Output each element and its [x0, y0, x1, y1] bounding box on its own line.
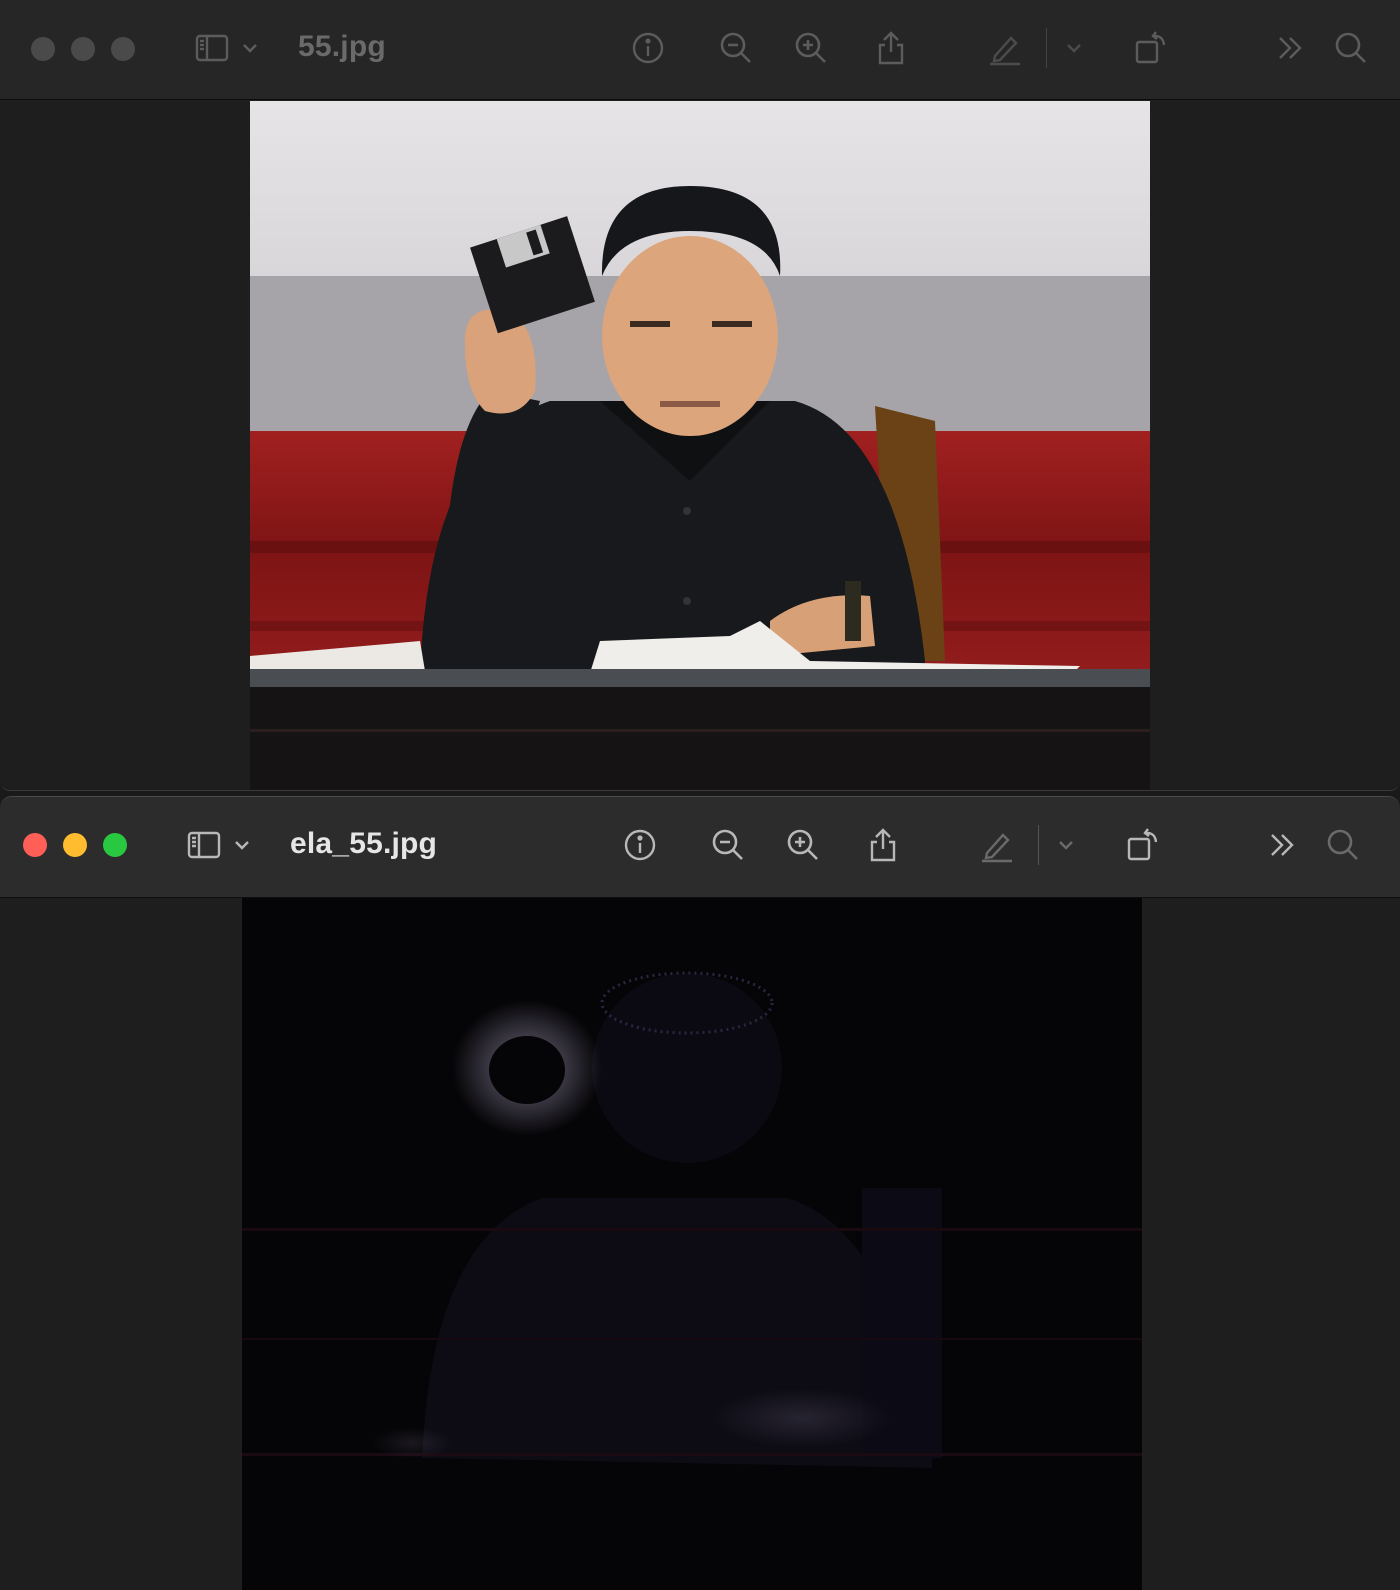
- chevron-down-icon[interactable]: [230, 825, 254, 865]
- chevron-down-icon[interactable]: [1054, 825, 1078, 865]
- zoom-out-icon[interactable]: [708, 825, 748, 865]
- more-chevrons-icon[interactable]: [1270, 28, 1310, 68]
- zoom-out-icon[interactable]: [716, 28, 756, 68]
- original-photo: [250, 101, 1150, 790]
- zoom-in-icon[interactable]: [791, 28, 831, 68]
- chevron-down-icon[interactable]: [1062, 28, 1086, 68]
- rotate-icon[interactable]: [1123, 825, 1163, 865]
- image-view: [0, 898, 1400, 1590]
- titlebar: 55.jpg: [0, 0, 1400, 100]
- search-icon[interactable]: [1331, 28, 1371, 68]
- preview-window-ela: ela_55.jpg: [0, 796, 1400, 1590]
- sidebar-icon[interactable]: [184, 825, 224, 865]
- info-icon[interactable]: [628, 28, 668, 68]
- share-icon[interactable]: [863, 825, 903, 865]
- minimize-button[interactable]: [63, 833, 87, 857]
- preview-window-original: 55.jpg: [0, 0, 1400, 791]
- share-icon[interactable]: [871, 28, 911, 68]
- titlebar: ela_55.jpg: [0, 797, 1400, 898]
- zoom-button[interactable]: [103, 833, 127, 857]
- zoom-button[interactable]: [111, 37, 135, 61]
- search-icon[interactable]: [1323, 825, 1363, 865]
- more-chevrons-icon[interactable]: [1262, 825, 1302, 865]
- sidebar-icon[interactable]: [192, 28, 232, 68]
- chevron-down-icon[interactable]: [238, 28, 262, 68]
- markup-pen-icon[interactable]: [977, 825, 1017, 865]
- window-title: ela_55.jpg: [290, 827, 438, 860]
- close-button[interactable]: [31, 37, 55, 61]
- info-icon[interactable]: [620, 825, 660, 865]
- minimize-button[interactable]: [71, 37, 95, 61]
- markup-pen-icon[interactable]: [985, 28, 1025, 68]
- rotate-icon[interactable]: [1131, 28, 1171, 68]
- window-title: 55.jpg: [298, 30, 386, 63]
- close-button[interactable]: [23, 833, 47, 857]
- image-view: [0, 100, 1400, 790]
- ela-result-image: [242, 898, 1142, 1590]
- zoom-in-icon[interactable]: [783, 825, 823, 865]
